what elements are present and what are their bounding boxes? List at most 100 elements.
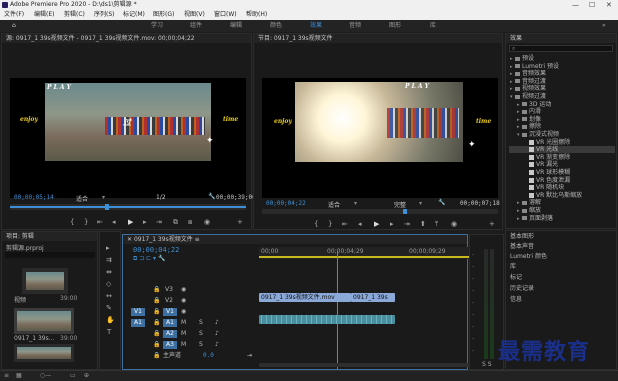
lock-icon[interactable]: 🔒 bbox=[153, 341, 160, 349]
menu-marker[interactable]: 标记(M) bbox=[123, 10, 145, 20]
effects-item[interactable]: ▾ 视频过渡 bbox=[509, 93, 615, 100]
workspace-libraries[interactable]: 库 bbox=[430, 20, 436, 32]
menu-edit[interactable]: 编辑(E) bbox=[34, 10, 54, 20]
add-button-icon[interactable]: + bbox=[489, 220, 495, 228]
track-a1-source[interactable]: A1 bbox=[131, 319, 145, 327]
mark-out-icon[interactable]: } bbox=[328, 220, 332, 228]
step-forward-icon[interactable]: ▸ bbox=[390, 220, 394, 228]
workspace-audio[interactable]: 音频 bbox=[349, 20, 361, 32]
effects-item[interactable]: ▸ 划像 bbox=[509, 116, 615, 123]
effects-item[interactable]: VR 渐变擦除 bbox=[509, 154, 615, 161]
timeline-scrollbar[interactable] bbox=[259, 363, 469, 367]
effects-item[interactable]: ▸ 3D 运动 bbox=[509, 101, 615, 108]
clip-thumbnail-2[interactable] bbox=[14, 344, 74, 362]
add-button-icon[interactable]: + bbox=[237, 218, 243, 226]
expand-icon[interactable]: » bbox=[602, 20, 606, 32]
effects-item[interactable]: ▸ 页面剥落 bbox=[509, 215, 615, 222]
solo-button[interactable]: S bbox=[199, 319, 203, 327]
solo-button[interactable]: S bbox=[199, 330, 203, 338]
workspace-effects[interactable]: 效果 bbox=[310, 20, 322, 32]
lock-icon[interactable]: 🔒 bbox=[153, 352, 160, 360]
effects-item[interactable]: VR 随机块 bbox=[509, 184, 615, 191]
panel-essential-sound[interactable]: 基本声音 bbox=[510, 242, 534, 251]
go-to-end-icon[interactable]: ⇥ bbox=[247, 352, 252, 360]
eye-icon[interactable]: ◉ bbox=[181, 308, 186, 316]
workspace-color[interactable]: 颜色 bbox=[270, 20, 282, 32]
menu-window[interactable]: 窗口(W) bbox=[214, 10, 237, 20]
solo-button[interactable]: S S bbox=[482, 361, 492, 368]
play-icon[interactable]: ▶ bbox=[128, 218, 133, 226]
effects-search-input[interactable]: ⌕ bbox=[509, 45, 613, 52]
effects-item[interactable]: VR 色度泄漏 bbox=[509, 177, 615, 184]
menu-file[interactable]: 文件(F) bbox=[4, 10, 24, 20]
effects-item[interactable]: VR 球形模糊 bbox=[509, 169, 615, 176]
workspace-assembly[interactable]: 组件 bbox=[190, 20, 202, 32]
track-v1-label[interactable]: V1 bbox=[163, 308, 177, 316]
timeline-playhead[interactable] bbox=[337, 251, 338, 369]
go-to-out-icon[interactable]: ⇥ bbox=[404, 220, 410, 228]
minimize-button[interactable]: — bbox=[572, 0, 579, 10]
program-fit-select[interactable]: 适合 bbox=[328, 200, 340, 209]
menu-view[interactable]: 视图(V) bbox=[184, 10, 205, 20]
razor-tool-icon[interactable]: ◇ bbox=[106, 280, 111, 288]
effects-item[interactable]: ▸ 预设 bbox=[509, 55, 615, 62]
track-a1-label[interactable]: A1 bbox=[163, 319, 177, 327]
menu-sequence[interactable]: 序列(S) bbox=[94, 10, 115, 20]
mic-icon[interactable]: ♪ bbox=[215, 319, 219, 327]
effects-item[interactable]: ▸ 缩放 bbox=[509, 207, 615, 214]
extract-icon[interactable]: ⤒ bbox=[435, 220, 438, 229]
track-v1-source[interactable]: V1 bbox=[131, 308, 145, 316]
mute-button[interactable]: M bbox=[181, 319, 186, 327]
audio-clip-a1[interactable] bbox=[259, 315, 395, 324]
new-bin-icon[interactable]: ▭ bbox=[70, 372, 76, 379]
track-a3-label[interactable]: A3 bbox=[163, 341, 177, 349]
source-timeline-ruler[interactable] bbox=[10, 204, 246, 210]
chevron-down-icon[interactable]: ▾ bbox=[354, 200, 357, 207]
effects-item[interactable]: ▸ Lumetri 预设 bbox=[509, 63, 615, 70]
program-playhead[interactable] bbox=[403, 209, 407, 214]
export-frame-icon[interactable]: ◉ bbox=[451, 220, 457, 228]
home-icon[interactable]: ⌂ bbox=[12, 20, 16, 32]
effects-item[interactable]: ▸ 音频过渡 bbox=[509, 78, 615, 85]
wrench-icon[interactable]: 🔧 bbox=[208, 193, 215, 200]
lock-icon[interactable]: 🔒 bbox=[153, 286, 160, 294]
work-area-bar[interactable] bbox=[259, 256, 469, 258]
source-tab[interactable]: 源: 0917_1 39s视频文件 - 0917_1 39s视频文件.mov: … bbox=[2, 34, 251, 43]
lift-icon[interactable]: ⬆ bbox=[420, 220, 426, 228]
new-item-icon[interactable]: ⊕ bbox=[84, 372, 89, 379]
overwrite-icon[interactable]: ⧈ bbox=[188, 218, 192, 227]
menu-help[interactable]: 帮助(H) bbox=[246, 10, 267, 20]
close-button[interactable]: ✕ bbox=[606, 0, 612, 10]
mic-icon[interactable]: ♪ bbox=[215, 330, 219, 338]
source-playhead[interactable] bbox=[105, 204, 109, 210]
hand-tool-icon[interactable]: ✋ bbox=[106, 316, 115, 324]
panel-lumetri-color[interactable]: Lumetri 颜色 bbox=[510, 252, 547, 261]
mic-icon[interactable]: ♪ bbox=[215, 341, 219, 349]
chevron-down-icon[interactable]: ▾ bbox=[419, 200, 422, 207]
zoom-slider[interactable]: ○— bbox=[40, 372, 51, 379]
mark-out-icon[interactable]: } bbox=[84, 218, 88, 226]
video-clip-b[interactable]: 0917_1 39s bbox=[351, 293, 395, 302]
mark-in-icon[interactable]: { bbox=[70, 218, 74, 226]
slip-tool-icon[interactable]: ↔ bbox=[106, 292, 112, 300]
program-tab[interactable]: 节目: 0917_1 39s视频文件 bbox=[254, 34, 502, 43]
mute-button[interactable]: M bbox=[181, 330, 186, 338]
eye-icon[interactable]: ◉ bbox=[181, 286, 186, 294]
eye-icon[interactable]: ◉ bbox=[181, 297, 186, 305]
effects-item[interactable]: ▸ 擦除 bbox=[509, 123, 615, 130]
step-forward-icon[interactable]: ▸ bbox=[143, 218, 147, 226]
workspace-editing[interactable]: 编辑 bbox=[230, 20, 242, 32]
program-timecode[interactable]: 00;00;04;22 bbox=[266, 200, 306, 207]
workspace-learn[interactable]: 学习 bbox=[151, 20, 163, 32]
program-quality-select[interactable]: 完整 bbox=[394, 200, 406, 209]
source-fit-select[interactable]: 适合 bbox=[76, 194, 88, 203]
lock-icon[interactable]: 🔒 bbox=[153, 297, 160, 305]
effects-item[interactable]: ▾ 沉浸式视频 bbox=[509, 131, 615, 138]
bin-thumbnail[interactable] bbox=[22, 268, 68, 294]
panel-markers[interactable]: 标记 bbox=[510, 273, 522, 282]
timeline-tab[interactable]: ✕ 0917_1 39s视频文件 ≡ bbox=[123, 235, 467, 244]
timeline-timecode[interactable]: 00;00;04;22 bbox=[133, 246, 179, 254]
lock-icon[interactable]: 🔒 bbox=[153, 308, 160, 316]
mute-button[interactable]: M bbox=[181, 341, 186, 349]
effects-item[interactable]: VR 漏光 bbox=[509, 161, 615, 168]
